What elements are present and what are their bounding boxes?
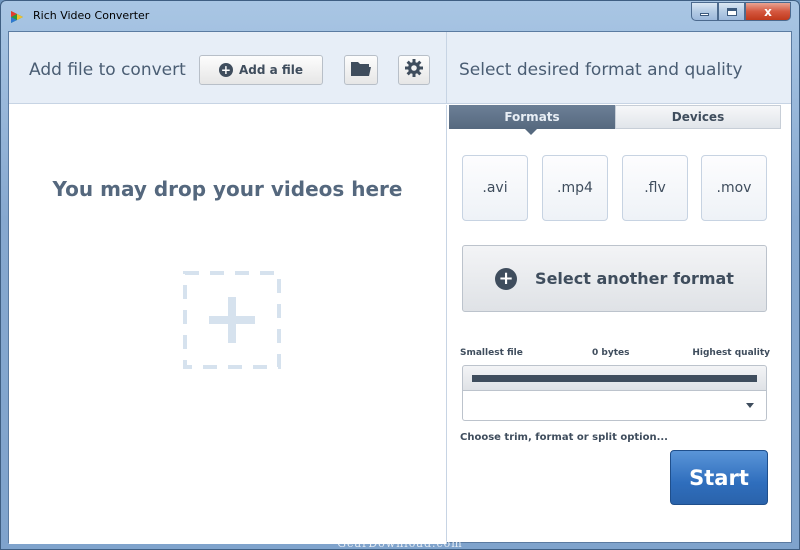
format-tabs: Formats Devices [449,105,781,135]
window-title: Rich Video Converter [33,9,150,22]
add-file-label: Add file to convert [29,60,186,80]
folder-icon [350,59,372,81]
plus-circle-icon: + [218,63,233,77]
add-file-button-label: Add a file [238,63,304,77]
start-button[interactable]: Start [670,450,768,505]
format-avi-button[interactable]: .avi [462,155,528,221]
tab-formats[interactable]: Formats [449,105,615,135]
toolbar-divider [446,32,447,104]
tab-devices-label: Devices [671,110,725,124]
close-button[interactable]: x [745,2,791,21]
select-another-format-button[interactable]: + Select another format [462,245,767,312]
plus-circle-icon: + [495,267,518,290]
quality-slider-track[interactable] [472,375,757,382]
tab-devices[interactable]: Devices [615,105,781,129]
quality-labels: Smallest file 0 bytes Highest quality [460,348,770,360]
close-icon: x [764,4,772,19]
main-panel: Add file to convert + Add a file Select … [8,31,792,544]
gear-icon [404,58,424,82]
dashed-plus-icon[interactable] [183,271,281,369]
minimize-button[interactable] [691,2,718,21]
maximize-icon [726,7,737,16]
file-size-label: 0 bytes [592,348,630,358]
select-another-format-label: Select another format [535,269,734,288]
minimize-icon [700,13,709,16]
smallest-file-label: Smallest file [460,348,523,358]
format-quality-label: Select desired format and quality [459,60,743,80]
quality-slider[interactable] [462,365,767,391]
drop-zone[interactable]: You may drop your videos here [9,105,446,544]
quality-dropdown[interactable] [462,391,767,421]
title-bar[interactable]: Rich Video Converter x [1,1,799,31]
tab-formats-label: Formats [504,110,560,124]
open-folder-button[interactable] [344,55,378,85]
toolbar: Add file to convert + Add a file Select … [9,32,791,104]
app-window: Rich Video Converter x Add file to conve… [0,0,800,550]
highest-quality-label: Highest quality [692,348,770,358]
chevron-down-icon [746,403,754,408]
format-flv-button[interactable]: .flv [622,155,688,221]
format-mov-button[interactable]: .mov [701,155,767,221]
watermark: GearDownload.com [337,537,463,550]
settings-button[interactable] [398,55,430,85]
drop-zone-title: You may drop your videos here [52,177,403,201]
window-controls: x [691,2,791,22]
active-tab-notch [525,129,537,135]
panel-divider [446,105,447,544]
rich-video-converter-logo-icon [9,9,25,25]
trim-format-split-link[interactable]: Choose trim, format or split option... [460,432,668,443]
add-file-button[interactable]: + Add a file [199,55,323,85]
maximize-button[interactable] [718,2,745,21]
format-mp4-button[interactable]: .mp4 [542,155,608,221]
